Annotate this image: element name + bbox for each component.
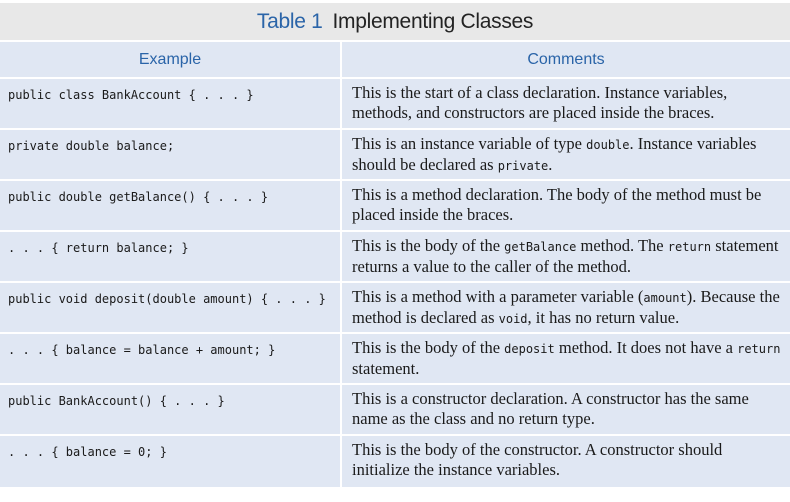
example-code-cell: public class BankAccount { . . . } [0,79,342,130]
comment-cell: This is an instance variable of type dou… [342,130,790,181]
example-code-cell: . . . { return balance; } [0,232,342,283]
comment-text: statement. [352,359,420,378]
inline-code: deposit [504,342,555,356]
comment-cell: This is the body of the constructor. A c… [342,436,790,487]
table-name: Implementing Classes [332,9,534,33]
inline-code: double [586,138,630,152]
inline-code: return [667,240,712,254]
comment-text: This is a method with a parameter variab… [352,287,644,306]
comment-cell: This is the start of a class declaration… [342,79,790,130]
example-code-cell: private double balance; [0,130,342,181]
table-number: Table 1 [256,9,323,33]
comment-text: This is the body of the [352,236,505,255]
example-code-cell: . . . { balance = balance + amount; } [0,334,342,385]
comment-text: method. The [576,236,668,255]
column-header-comments: Comments [342,42,790,79]
example-code-cell: public BankAccount() { . . . } [0,385,342,436]
example-code-cell: . . . { balance = 0; } [0,436,342,487]
comment-text: This is the body of the [352,338,505,357]
inline-code: private [497,159,549,173]
comment-cell: This is the body of the getBalance metho… [342,232,790,283]
header-row: Example Comments [0,42,790,79]
table-row: public void deposit(double amount) { . .… [0,283,790,334]
comment-cell: This is a method with a parameter variab… [342,283,790,334]
column-header-example: Example [0,42,342,79]
comment-text: method. It does not have a [554,338,738,357]
table-row: public BankAccount() { . . . } This is a … [0,385,790,436]
comment-cell: This is the body of the deposit method. … [342,334,790,385]
comment-text: This is the body of the constructor. A c… [352,440,723,479]
table-row: public double getBalance() { . . . } This… [0,181,790,232]
example-code-cell: public double getBalance() { . . . } [0,181,342,232]
comment-text: This is a constructor declaration. A con… [352,389,749,428]
inline-code: void [498,312,528,326]
comment-text: This is a method declaration. The body o… [352,185,762,224]
table-row: public class BankAccount { . . . } This i… [0,79,790,130]
comment-text: , it has no return value. [527,308,680,327]
table-row: private double balance; This is an instan… [0,130,790,181]
table-title: Table 1 Implementing Classes [0,3,790,40]
comment-cell: This is a constructor declaration. A con… [342,385,790,436]
comment-cell: This is a method declaration. The body o… [342,181,790,232]
inline-code: amount [643,291,687,305]
comment-text: This is an instance variable of type [352,134,587,153]
table-row: . . . { balance = 0; } This is the body o… [0,436,790,487]
table-row: . . . { balance = balance + amount; } Thi… [0,334,790,385]
implementing-classes-table: Example Comments public class BankAccoun… [0,42,790,487]
inline-code: getBalance [504,240,577,254]
example-code-cell: public void deposit(double amount) { . .… [0,283,342,334]
comment-text: . [548,155,553,174]
table-row: . . . { return balance; } This is the bod… [0,232,790,283]
inline-code: return [737,342,781,356]
comment-text: This is the start of a class declaration… [352,83,728,122]
